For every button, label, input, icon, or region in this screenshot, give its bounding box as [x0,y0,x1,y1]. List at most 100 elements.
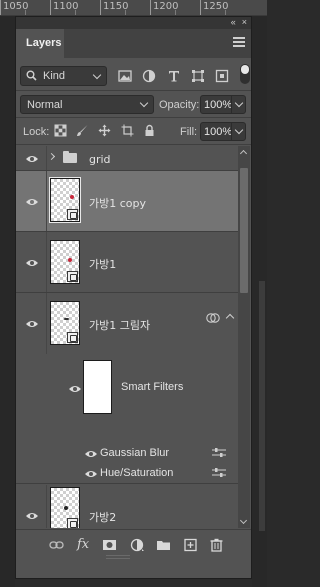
smart-object-icon [67,271,78,282]
scroll-thumb[interactable] [240,168,248,293]
lock-row: Lock: Fill: 100% [16,118,251,144]
filter-item-gaussian-blur[interactable]: Gaussian Blur [16,444,238,463]
layer-filter-row: Kind [16,58,251,90]
layer-thumbnail [50,487,80,528]
trash-icon[interactable] [209,538,224,552]
link-layers-icon[interactable] [49,538,64,552]
smart-filters-label: Smart Filters [121,381,184,393]
layer-thumbnail [50,301,80,345]
panel-resize-grip[interactable] [106,555,130,559]
chevron-down-icon [92,70,102,80]
panel-menu-icon[interactable] [233,37,245,49]
scroll-down-icon[interactable] [239,516,248,525]
window-scrollbar[interactable] [252,16,267,587]
fill-label: Fill: [180,126,198,138]
layers-list: grid 가방1 copy 가방1 가방1 그림자 Smart Filters … [16,146,238,528]
layer-thumbnail [49,177,81,223]
lock-all-icon[interactable] [143,124,156,137]
layer-name: 가방1 그림자 [89,319,151,332]
smart-object-icon [67,209,78,220]
panel-title-bar: «× [16,17,251,29]
opacity-label: Opacity: [159,99,200,111]
new-group-icon[interactable] [156,538,171,552]
folder-icon [63,151,77,163]
layers-bottom-toolbar: fx [16,529,251,560]
fill-input[interactable]: 100% [200,122,232,141]
close-panel-button[interactable]: × [242,17,247,27]
eye-icon[interactable] [25,154,39,164]
new-layer-icon[interactable] [183,538,198,552]
blending-options-icon[interactable] [212,468,226,478]
chevron-down-icon [139,98,149,108]
layer-row-group[interactable]: grid [16,146,238,171]
blend-mode-select[interactable]: Normal [20,95,154,114]
chevron-right-icon[interactable] [47,152,56,161]
thumbnail-content [64,506,68,510]
collapse-effects-icon[interactable] [225,313,235,323]
opacity-slider-toggle[interactable] [231,95,246,114]
smart-object-icon [67,332,78,343]
layer-row[interactable]: 가방2 [16,485,238,528]
smart-object-icon [67,518,78,528]
eye-icon[interactable] [25,319,39,329]
smart-filter-mask-thumbnail[interactable] [83,360,112,414]
add-layer-style-button[interactable]: fx [77,537,89,552]
eye-icon[interactable] [68,384,82,394]
image-filter-icon[interactable] [118,69,132,83]
opacity-value: 100% [204,99,233,111]
fill-slider-toggle[interactable] [231,122,246,141]
eye-icon[interactable] [25,511,39,521]
blending-options-icon[interactable] [212,448,226,458]
layer-name: 가방1 copy [89,197,147,210]
filter-item-hue-saturation[interactable]: Hue/Saturation [16,464,238,484]
adjustment-filter-icon[interactable] [142,69,156,83]
layer-row-selected[interactable]: 가방1 copy [16,171,238,232]
smart-filters-badge-icon [206,313,220,323]
thumbnail-content [64,318,69,320]
layers-scrollbar[interactable] [238,146,250,528]
blend-mode-value: Normal [27,99,63,111]
type-filter-icon[interactable] [167,69,181,83]
lock-position-icon[interactable] [98,124,111,137]
layer-name: 가방1 [89,258,117,271]
eye-icon[interactable] [84,449,98,459]
collapse-panel-button[interactable]: « [231,17,236,27]
lock-label: Lock: [23,126,50,138]
shape-filter-icon[interactable] [191,69,205,83]
filter-name: Hue/Saturation [100,467,174,479]
filter-toggle-switch[interactable] [240,64,250,84]
search-icon [26,70,37,81]
scroll-up-icon[interactable] [239,149,248,158]
filter-name: Gaussian Blur [100,447,170,459]
eye-icon[interactable] [25,197,39,207]
filter-kind-select[interactable]: Kind [20,66,107,86]
new-adjustment-layer-icon[interactable] [130,538,145,552]
fill-value: 100% [204,126,233,138]
lock-artboard-icon[interactable] [121,124,134,137]
add-mask-icon[interactable] [102,538,117,552]
smart-object-filter-icon[interactable] [215,69,229,83]
visibility-column [16,485,47,528]
layer-row[interactable]: 가방1 그림자 [16,293,238,354]
layer-name: grid [89,153,111,166]
chevron-down-icon [234,98,244,108]
eye-icon[interactable] [84,469,98,479]
eye-icon[interactable] [25,258,39,268]
tab-layers[interactable]: Layers [16,29,64,58]
lock-image-pixels-icon[interactable] [76,124,89,137]
layer-row[interactable]: 가방1 [16,232,238,293]
thumbnail-content [68,258,72,262]
layers-panel: «× Layers Kind Normal Opacity: 100% Lock… [15,16,252,579]
layer-name: 가방2 [89,511,117,524]
chevron-down-icon [234,125,244,135]
smart-filters-row[interactable]: Smart Filters [16,354,238,420]
horizontal-ruler: 1050 1100 1150 1200 1250 [0,0,267,16]
lock-transparent-pixels-icon[interactable] [54,124,67,137]
blend-mode-row: Normal Opacity: 100% [16,91,251,117]
canvas-edge [0,16,15,587]
layer-thumbnail [50,240,80,284]
thumbnail-content [70,195,74,199]
filter-kind-label: Kind [43,70,66,82]
panel-header-controls: «× [231,17,247,28]
opacity-input[interactable]: 100% [200,95,232,114]
